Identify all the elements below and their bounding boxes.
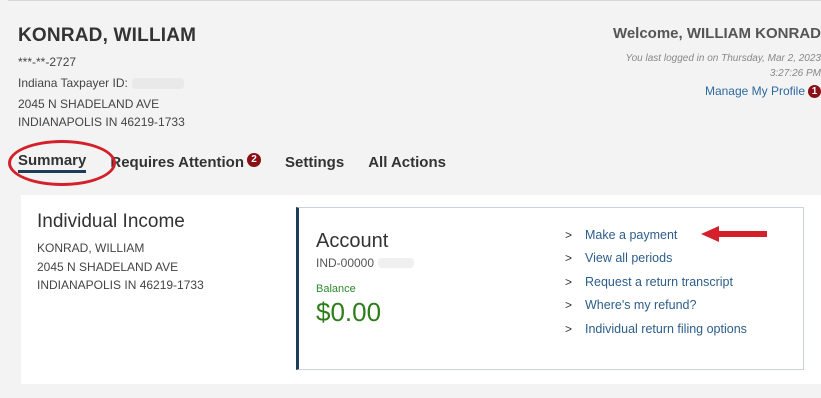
- tab-summary[interactable]: Summary: [8, 140, 116, 186]
- tab-requires-attention[interactable]: Requires Attention 2: [110, 152, 261, 171]
- last-login-info: You last logged in on Thursday, Mar 2, 2…: [626, 51, 821, 81]
- account-id-row: IND-00000: [316, 256, 415, 270]
- welcome-message: Welcome, WILLIAM KONRAD: [612, 25, 821, 42]
- account-id-redacted: [378, 258, 415, 268]
- masked-ssn: ***-**-2727: [18, 55, 77, 69]
- balance-value: $0.00: [316, 297, 382, 327]
- chevron-right-icon: >: [565, 298, 573, 313]
- taxpayer-id-redacted: [131, 78, 184, 90]
- address-line-1: 2045 N SHADELAND AVE: [18, 97, 160, 111]
- action-label[interactable]: Request a return transcript: [585, 275, 733, 289]
- address-line-2: INDIANAPOLIS IN 46219-1733: [18, 115, 185, 129]
- action-label[interactable]: Individual return filing options: [585, 322, 747, 336]
- action-wheres-my-refund[interactable]: > Where's my refund?: [565, 294, 747, 318]
- account-id: IND-00000: [316, 256, 375, 270]
- tab-all-actions[interactable]: All Actions: [368, 154, 446, 171]
- action-label[interactable]: Where's my refund?: [585, 298, 696, 312]
- tab-bar: Summary Requires Attention 2 Settings Al…: [8, 140, 470, 186]
- tab-all-actions-label[interactable]: All Actions: [368, 154, 446, 171]
- panel-name: KONRAD, WILLIAM: [37, 241, 145, 255]
- chevron-right-icon: >: [565, 321, 573, 336]
- annotation-arrow-icon: [701, 226, 767, 242]
- panel-address-line-2: INDIANAPOLIS IN 46219-1733: [37, 278, 204, 292]
- panel-title: Individual Income: [37, 211, 185, 232]
- action-filing-options[interactable]: > Individual return filing options: [565, 317, 747, 341]
- manage-profile-link[interactable]: Manage My Profile 1: [705, 84, 821, 98]
- chevron-right-icon: >: [565, 227, 573, 242]
- panel-address-line-1: 2045 N SHADELAND AVE: [37, 260, 179, 274]
- profile-notification-badge: 1: [808, 84, 821, 98]
- action-label[interactable]: Make a payment: [585, 228, 677, 242]
- last-login-date: You last logged in on Thursday, Mar 2, 2…: [625, 53, 821, 64]
- top-divider: [8, 0, 821, 1]
- action-request-transcript[interactable]: > Request a return transcript: [565, 270, 747, 294]
- manage-profile-label[interactable]: Manage My Profile: [705, 84, 805, 98]
- last-login-time: 3:27:26 PM: [769, 68, 821, 79]
- taxpayer-id-row: Indiana Taxpayer ID:: [18, 76, 184, 90]
- chevron-right-icon: >: [565, 251, 573, 266]
- attention-count-badge: 2: [247, 152, 261, 167]
- action-view-all-periods[interactable]: > View all periods: [565, 247, 747, 271]
- account-title: Account: [316, 230, 389, 252]
- taxpayer-name: KONRAD, WILLIAM: [18, 25, 197, 46]
- taxpayer-id-label: Indiana Taxpayer ID:: [18, 76, 128, 90]
- chevron-right-icon: >: [565, 274, 573, 289]
- tab-requires-attention-label[interactable]: Requires Attention: [110, 154, 244, 171]
- summary-panel: Individual Income KONRAD, WILLIAM 2045 N…: [21, 195, 821, 384]
- balance-label: Balance: [316, 283, 356, 295]
- account-card: Account IND-00000 Balance $0.00 > Make a…: [296, 207, 804, 370]
- tab-settings-label[interactable]: Settings: [285, 154, 344, 171]
- tab-summary-label[interactable]: Summary: [18, 152, 86, 169]
- tab-settings[interactable]: Settings: [285, 154, 344, 171]
- action-label[interactable]: View all periods: [585, 251, 672, 265]
